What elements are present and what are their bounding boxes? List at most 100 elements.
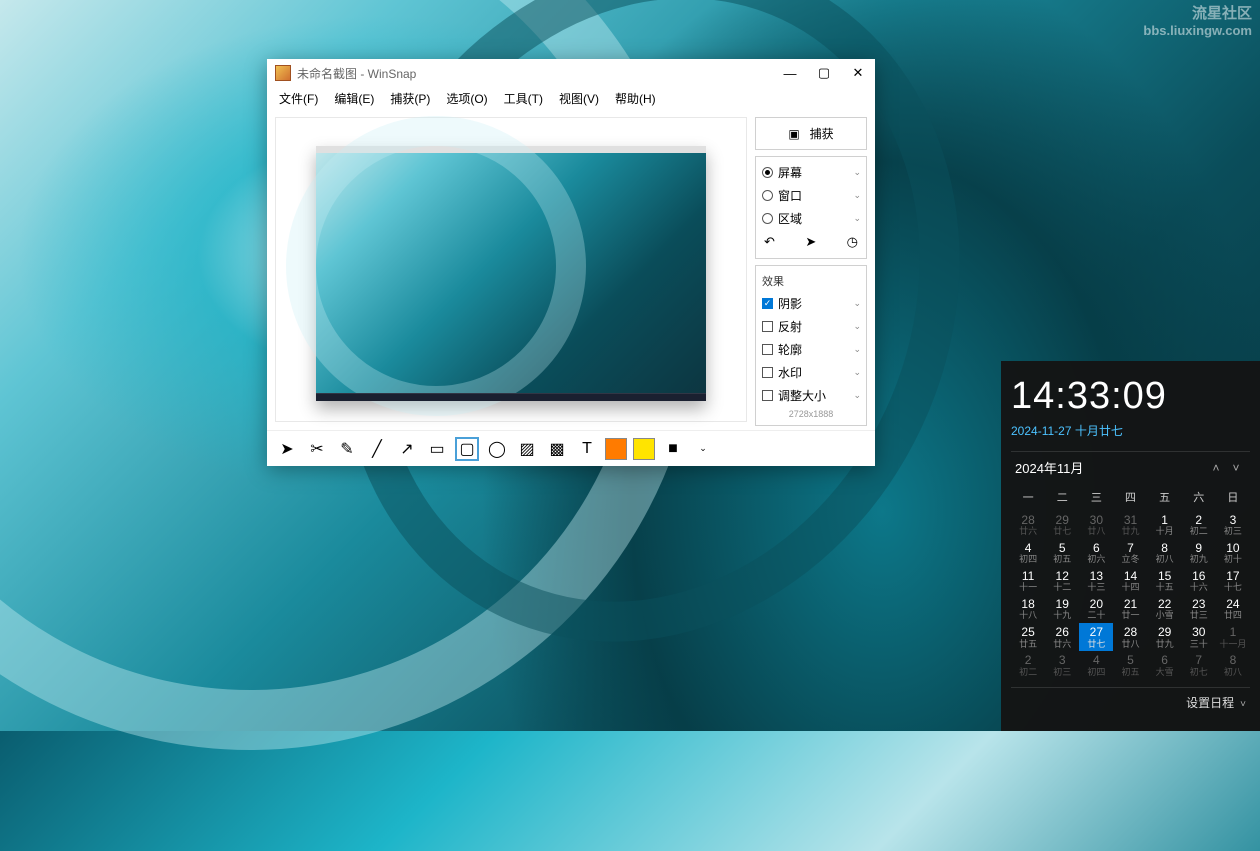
thickness-icon[interactable]: ■ — [661, 437, 685, 461]
calendar-day[interactable]: 21廿一 — [1113, 595, 1147, 623]
color-swatch-2[interactable] — [633, 438, 655, 460]
calendar-day[interactable]: 30三十 — [1182, 623, 1216, 651]
menu-capture[interactable]: 捕获(P) — [382, 88, 438, 109]
calendar-day[interactable]: 13十三 — [1079, 567, 1113, 595]
menu-view[interactable]: 视图(V) — [551, 88, 607, 109]
calendar-day[interactable]: 9初九 — [1182, 539, 1216, 567]
calendar-day[interactable]: 26廿六 — [1045, 623, 1079, 651]
calendar-day[interactable]: 5初五 — [1113, 651, 1147, 679]
canvas-area[interactable] — [275, 117, 747, 422]
calendar-day[interactable]: 29廿九 — [1148, 623, 1182, 651]
calendar-day[interactable]: 27廿七 — [1079, 623, 1113, 651]
chevron-down-icon[interactable]: ⌄ — [853, 321, 861, 332]
chevron-down-icon[interactable]: ⌄ — [853, 167, 861, 178]
chevron-down-icon: ˅ — [1240, 699, 1246, 710]
menu-help[interactable]: 帮助(H) — [607, 88, 664, 109]
calendar-day[interactable]: 20二十 — [1079, 595, 1113, 623]
calendar-day[interactable]: 23廿三 — [1182, 595, 1216, 623]
rounded-rect-tool-icon[interactable]: ▢ — [455, 437, 479, 461]
pen-tool-icon[interactable]: ✎ — [335, 437, 359, 461]
calendar-day[interactable]: 25廿五 — [1011, 623, 1045, 651]
dow-header: 四 — [1113, 483, 1147, 511]
effect-watermark[interactable]: 水印⌄ — [756, 361, 866, 384]
calendar-day[interactable]: 30廿八 — [1079, 511, 1113, 539]
calendar-day[interactable]: 3初三 — [1216, 511, 1250, 539]
agenda-toggle[interactable]: 设置日程˅ — [1011, 687, 1250, 713]
prev-month-icon[interactable]: ˄ — [1206, 461, 1226, 475]
calendar-day[interactable]: 7立冬 — [1113, 539, 1147, 567]
calendar-day[interactable]: 31廿九 — [1113, 511, 1147, 539]
calendar-day[interactable]: 8初八 — [1148, 539, 1182, 567]
next-month-icon[interactable]: ˅ — [1226, 461, 1246, 475]
calendar-day[interactable]: 11十一 — [1011, 567, 1045, 595]
chevron-down-icon[interactable]: ⌄ — [853, 390, 861, 401]
calendar-day[interactable]: 6大雪 — [1148, 651, 1182, 679]
timer-icon[interactable]: ◷ — [847, 234, 858, 250]
crop-tool-icon[interactable]: ✂ — [305, 437, 329, 461]
date-string[interactable]: 2024-11-27 十月廿七 — [1011, 422, 1250, 439]
calendar-day[interactable]: 2初二 — [1011, 651, 1045, 679]
blur-tool-icon[interactable]: ▨ — [515, 437, 539, 461]
calendar-day[interactable]: 17十七 — [1216, 567, 1250, 595]
calendar-day[interactable]: 14十四 — [1113, 567, 1147, 595]
chevron-down-icon[interactable]: ⌄ — [853, 367, 861, 378]
image-dimensions: 2728x1888 — [756, 407, 866, 421]
effect-reflection[interactable]: 反射⌄ — [756, 315, 866, 338]
text-tool-icon[interactable]: T — [575, 437, 599, 461]
calendar-day[interactable]: 7初七 — [1182, 651, 1216, 679]
calendar-day[interactable]: 5初五 — [1045, 539, 1079, 567]
calendar-day[interactable]: 28廿八 — [1113, 623, 1147, 651]
titlebar[interactable]: 未命名截图 - WinSnap — ▢ ✕ — [267, 59, 875, 87]
effect-outline[interactable]: 轮廓⌄ — [756, 338, 866, 361]
mode-screen[interactable]: 屏幕⌄ — [756, 161, 866, 184]
effects-group: 效果 ✓阴影⌄ 反射⌄ 轮廓⌄ 水印⌄ 调整大小⌄ 2728x1888 — [755, 265, 867, 426]
calendar-day[interactable]: 19十九 — [1045, 595, 1079, 623]
calendar-day[interactable]: 1十一月 — [1216, 623, 1250, 651]
maximize-button[interactable]: ▢ — [807, 59, 841, 87]
chevron-down-icon[interactable]: ⌄ — [853, 344, 861, 355]
ellipse-tool-icon[interactable]: ◯ — [485, 437, 509, 461]
undo-icon[interactable]: ↶ — [764, 234, 775, 250]
mode-region[interactable]: 区域⌄ — [756, 207, 866, 230]
calendar-day[interactable]: 6初六 — [1079, 539, 1113, 567]
calendar-day[interactable]: 3初三 — [1045, 651, 1079, 679]
arrow-tool-icon[interactable]: ↗ — [395, 437, 419, 461]
minimize-button[interactable]: — — [773, 59, 807, 87]
chevron-down-icon[interactable]: ⌄ — [853, 298, 861, 309]
menu-edit[interactable]: 编辑(E) — [326, 88, 382, 109]
calendar-day[interactable]: 24廿四 — [1216, 595, 1250, 623]
calendar-day[interactable]: 4初四 — [1079, 651, 1113, 679]
select-tool-icon[interactable]: ➤ — [275, 437, 299, 461]
more-icon[interactable]: ⌄ — [691, 437, 715, 461]
mode-window[interactable]: 窗口⌄ — [756, 184, 866, 207]
rect-tool-icon[interactable]: ▭ — [425, 437, 449, 461]
calendar-day[interactable]: 10初十 — [1216, 539, 1250, 567]
calendar-day[interactable]: 4初四 — [1011, 539, 1045, 567]
watermark: 流星社区 bbs.liuxingw.com — [1143, 2, 1252, 38]
calendar-day[interactable]: 12十二 — [1045, 567, 1079, 595]
menu-file[interactable]: 文件(F) — [271, 88, 326, 109]
calendar-day[interactable]: 8初八 — [1216, 651, 1250, 679]
line-tool-icon[interactable]: ╱ — [365, 437, 389, 461]
screenshot-preview[interactable] — [316, 146, 706, 401]
color-swatch-1[interactable] — [605, 438, 627, 460]
capture-button[interactable]: ▣ 捕获 — [755, 117, 867, 150]
cursor-icon[interactable]: ➤ — [805, 234, 816, 250]
calendar-day[interactable]: 16十六 — [1182, 567, 1216, 595]
calendar-day[interactable]: 15十五 — [1148, 567, 1182, 595]
calendar-day[interactable]: 22小雪 — [1148, 595, 1182, 623]
calendar-day[interactable]: 29廿七 — [1045, 511, 1079, 539]
chevron-down-icon[interactable]: ⌄ — [853, 190, 861, 201]
calendar-day[interactable]: 1十月 — [1148, 511, 1182, 539]
effect-shadow[interactable]: ✓阴影⌄ — [756, 292, 866, 315]
close-button[interactable]: ✕ — [841, 59, 875, 87]
calendar-day[interactable]: 28廿六 — [1011, 511, 1045, 539]
menu-tools[interactable]: 工具(T) — [496, 88, 551, 109]
month-label[interactable]: 2024年11月 — [1015, 458, 1083, 477]
menu-options[interactable]: 选项(O) — [438, 88, 495, 109]
chevron-down-icon[interactable]: ⌄ — [853, 213, 861, 224]
calendar-day[interactable]: 2初二 — [1182, 511, 1216, 539]
effect-resize[interactable]: 调整大小⌄ — [756, 384, 866, 407]
pixelate-tool-icon[interactable]: ▩ — [545, 437, 569, 461]
calendar-day[interactable]: 18十八 — [1011, 595, 1045, 623]
